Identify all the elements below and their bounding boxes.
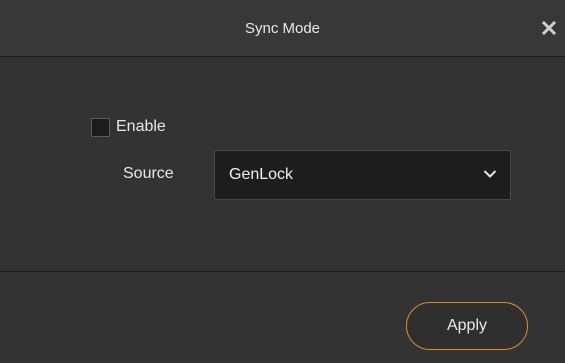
dialog-footer: Apply <box>0 272 565 363</box>
source-select[interactable]: GenLock <box>214 150 511 200</box>
title-bar: Sync Mode <box>0 0 565 57</box>
source-label: Source <box>123 165 174 182</box>
chevron-down-icon <box>483 170 497 178</box>
close-icon[interactable] <box>541 20 557 36</box>
enable-label: Enable <box>116 118 166 135</box>
enable-row: Enable <box>91 117 166 137</box>
dialog-body: Enable Source GenLock <box>0 57 565 272</box>
close-icon-glyph <box>541 20 557 36</box>
enable-checkbox[interactable] <box>91 117 110 137</box>
dialog-title: Sync Mode <box>244 20 321 37</box>
apply-button[interactable]: Apply <box>406 302 528 350</box>
source-select-value: GenLock <box>229 166 294 183</box>
sync-mode-dialog: Sync Mode Enable Source GenLock Apply <box>0 0 565 363</box>
